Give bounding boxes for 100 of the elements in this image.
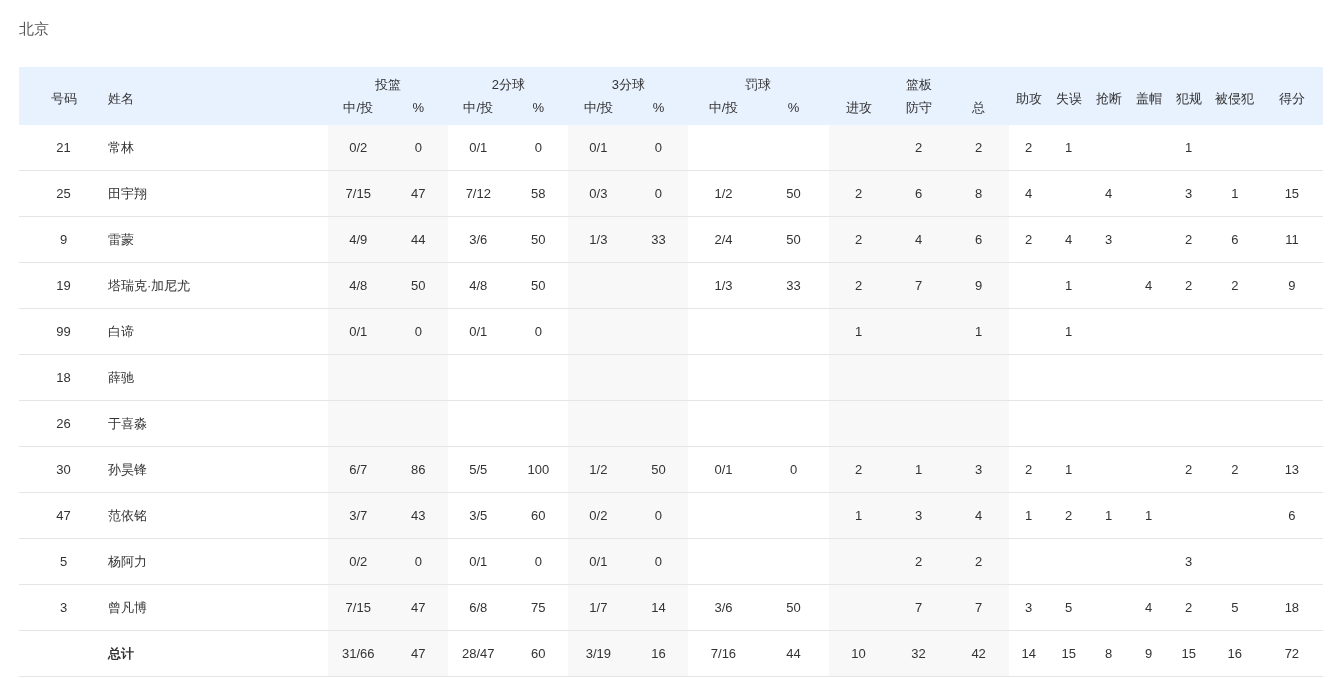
stat-value: 0: [628, 124, 689, 171]
stat-value: 7: [888, 262, 949, 309]
stat-value: 6: [888, 170, 949, 217]
stat-value: 2: [1208, 446, 1261, 493]
stat-value: 3: [1008, 584, 1049, 631]
stat-value: 4/8: [328, 262, 389, 309]
stat-value: 9: [1128, 630, 1169, 677]
stat-value: 8: [1088, 630, 1129, 677]
stat-value: 2: [1008, 124, 1049, 171]
stat-value: 0: [628, 170, 689, 217]
stat-value: 1: [828, 492, 889, 539]
column-header: 失误: [1048, 66, 1089, 125]
stat-value: 31/66: [328, 630, 389, 677]
stat-value: 18: [1260, 584, 1323, 631]
column-subheader: 中/投: [328, 96, 389, 125]
stat-value: 7/12: [448, 170, 509, 217]
stat-value: 1: [1048, 446, 1089, 493]
stat-value: 7/15: [328, 170, 389, 217]
stat-value: 1/3: [568, 216, 629, 263]
player-number: 21: [19, 124, 109, 171]
player-number: 19: [19, 262, 109, 309]
stat-value: 1/7: [568, 584, 629, 631]
stat-value: 28/47: [448, 630, 509, 677]
stat-value: 15: [1168, 630, 1209, 677]
stat-value: 2: [1048, 492, 1089, 539]
column-subheader: 总: [948, 96, 1009, 125]
stat-value: 13: [1260, 446, 1323, 493]
stat-value: 0: [628, 538, 689, 585]
stat-value: 3: [1088, 216, 1129, 263]
player-number: 99: [19, 308, 109, 355]
column-subheader: 中/投: [688, 96, 759, 125]
stat-value: 2: [1168, 262, 1209, 309]
stat-value: 42: [948, 630, 1009, 677]
stat-value: 1: [1208, 170, 1261, 217]
stat-value: 2: [828, 446, 889, 493]
stat-value: 10: [828, 630, 889, 677]
stat-value: 4: [888, 216, 949, 263]
stat-value: 0/1: [448, 308, 509, 355]
stat-value: 2: [1168, 584, 1209, 631]
stat-value: 7: [888, 584, 949, 631]
stat-value: 1: [1048, 308, 1089, 355]
stat-value: 9: [948, 262, 1009, 309]
stat-value: 50: [388, 262, 449, 309]
column-header: 犯规: [1168, 66, 1209, 125]
player-number: 18: [19, 354, 109, 401]
stat-value: 4/9: [328, 216, 389, 263]
column-subheader: 防守: [888, 96, 949, 125]
stat-value: 7: [948, 584, 1009, 631]
column-header: 篮板: [828, 66, 1009, 97]
stat-value: 1: [1088, 492, 1129, 539]
stat-value: 5: [1208, 584, 1261, 631]
stat-value: 9: [1260, 262, 1323, 309]
stat-value: 33: [628, 216, 689, 263]
stat-value: 1: [1008, 492, 1049, 539]
stat-value: 50: [758, 216, 829, 263]
stat-value: 4: [1088, 170, 1129, 217]
stat-value: 47: [388, 630, 449, 677]
player-number: 47: [19, 492, 109, 539]
stat-value: 2: [1208, 262, 1261, 309]
column-header: 助攻: [1008, 66, 1049, 125]
column-subheader: 进攻: [828, 96, 889, 125]
stat-value: 2: [1168, 216, 1209, 263]
stat-value: 6/8: [448, 584, 509, 631]
stat-value: 4: [1128, 262, 1169, 309]
stat-value: 0: [388, 538, 449, 585]
stat-value: 50: [758, 584, 829, 631]
player-number: 5: [19, 538, 109, 585]
stat-value: 6: [1260, 492, 1323, 539]
stat-value: 0/1: [448, 124, 509, 171]
column-subheader: 中/投: [448, 96, 509, 125]
stat-value: 0/2: [328, 124, 389, 171]
stat-value: 2: [1008, 216, 1049, 263]
stat-value: 2: [828, 262, 889, 309]
team-name: 北京: [19, 19, 50, 39]
stat-value: 1: [948, 308, 1009, 355]
stat-value: 3/6: [688, 584, 759, 631]
stat-value: 43: [388, 492, 449, 539]
stat-value: 0/2: [568, 492, 629, 539]
stat-value: 0/2: [328, 538, 389, 585]
column-subheader: %: [758, 96, 829, 125]
stat-value: 1: [828, 308, 889, 355]
stat-value: 0/1: [568, 124, 629, 171]
stat-value: 7/16: [688, 630, 759, 677]
stat-value: 0/1: [448, 538, 509, 585]
stat-value: 11: [1260, 216, 1323, 263]
stat-value: 6: [1208, 216, 1261, 263]
stat-value: 14: [1008, 630, 1049, 677]
column-header: 投篮: [328, 66, 449, 97]
player-number: 26: [19, 400, 109, 447]
stat-value: 2: [1008, 446, 1049, 493]
column-subheader: %: [628, 96, 689, 125]
stat-value: 44: [388, 216, 449, 263]
stat-value: 1: [1048, 262, 1089, 309]
stat-value: 0: [388, 124, 449, 171]
stat-value: 4: [948, 492, 1009, 539]
stat-value: 2: [948, 124, 1009, 171]
stat-value: 4: [1128, 584, 1169, 631]
stat-value: 3: [1168, 538, 1209, 585]
stat-value: 3/6: [448, 216, 509, 263]
stat-value: 2/4: [688, 216, 759, 263]
